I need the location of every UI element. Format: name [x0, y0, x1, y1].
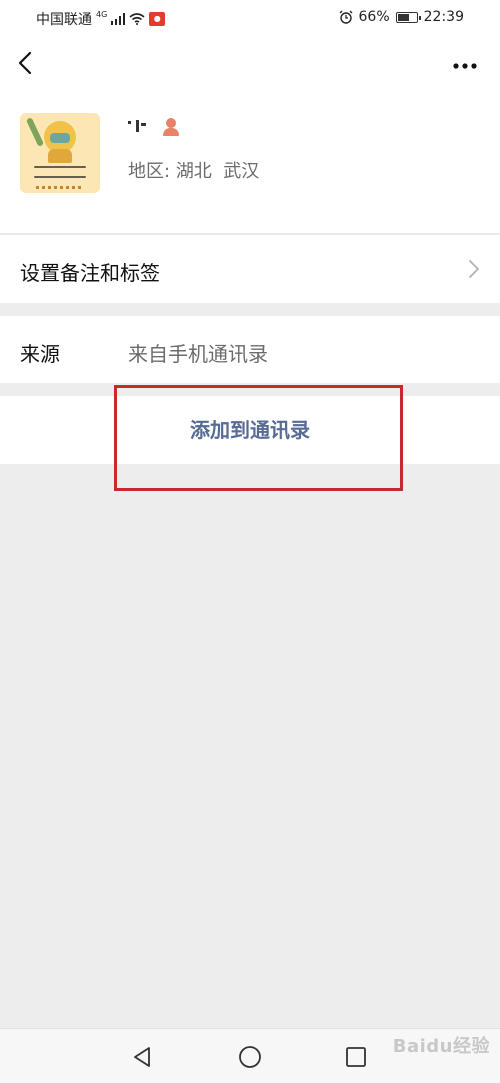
region-text: 地区: 湖北 武汉 — [128, 157, 259, 183]
avatar-dots — [36, 186, 84, 189]
signal-icon — [111, 13, 126, 25]
top-navbar — [0, 36, 500, 92]
battery-fill — [397, 13, 409, 21]
avatar-text-line — [34, 176, 86, 178]
add-to-contacts-button[interactable]: 添加到通讯录 — [0, 396, 500, 464]
nickname-redacted — [128, 120, 146, 132]
clock: 22:39 — [423, 9, 464, 25]
gender-female-icon — [163, 118, 179, 136]
status-bar: 中国联通 4G ● 66% 22:39 — [0, 0, 500, 36]
battery-percent: 66% — [358, 9, 390, 25]
avatar-text-line — [34, 166, 86, 168]
profile-card: 地区: 湖北 武汉 — [0, 92, 500, 234]
back-button[interactable] — [12, 48, 42, 78]
watermark: Baidu经验 — [392, 1036, 490, 1057]
add-contact-row: 添加到通讯录 — [0, 396, 500, 464]
chevron-right-icon — [469, 260, 479, 278]
avatar[interactable] — [20, 113, 100, 193]
nav-home-icon[interactable] — [238, 1045, 262, 1069]
back-icon — [18, 51, 32, 75]
wifi-icon — [129, 13, 145, 25]
source-value: 来自手机通讯录 — [128, 342, 268, 366]
source-row: 来源 来自手机通讯录 — [0, 316, 500, 383]
battery-icon — [395, 11, 421, 23]
avatar-body — [48, 149, 72, 163]
remark-and-tags-label: 设置备注和标签 — [20, 261, 160, 285]
region-value: 湖北 武汉 — [175, 161, 260, 182]
carrier-label: 中国联通 — [36, 12, 92, 28]
status-left: 中国联通 4G ● — [36, 9, 166, 29]
region-label: 地区: — [128, 161, 171, 182]
avatar-mask — [50, 133, 70, 143]
source-label: 来源 — [20, 342, 60, 366]
network-type: 4G — [96, 9, 108, 19]
avatar-leaf — [25, 117, 45, 147]
app-notification-icon: ● — [149, 12, 166, 26]
more-button[interactable] — [448, 52, 478, 76]
nav-back-icon[interactable] — [130, 1045, 154, 1069]
more-icon — [453, 63, 477, 69]
status-right: 66% 22:39 — [339, 9, 464, 25]
remark-and-tags-row[interactable]: 设置备注和标签 — [0, 235, 500, 303]
nav-recent-icon[interactable] — [344, 1045, 368, 1069]
alarm-icon — [339, 10, 352, 24]
